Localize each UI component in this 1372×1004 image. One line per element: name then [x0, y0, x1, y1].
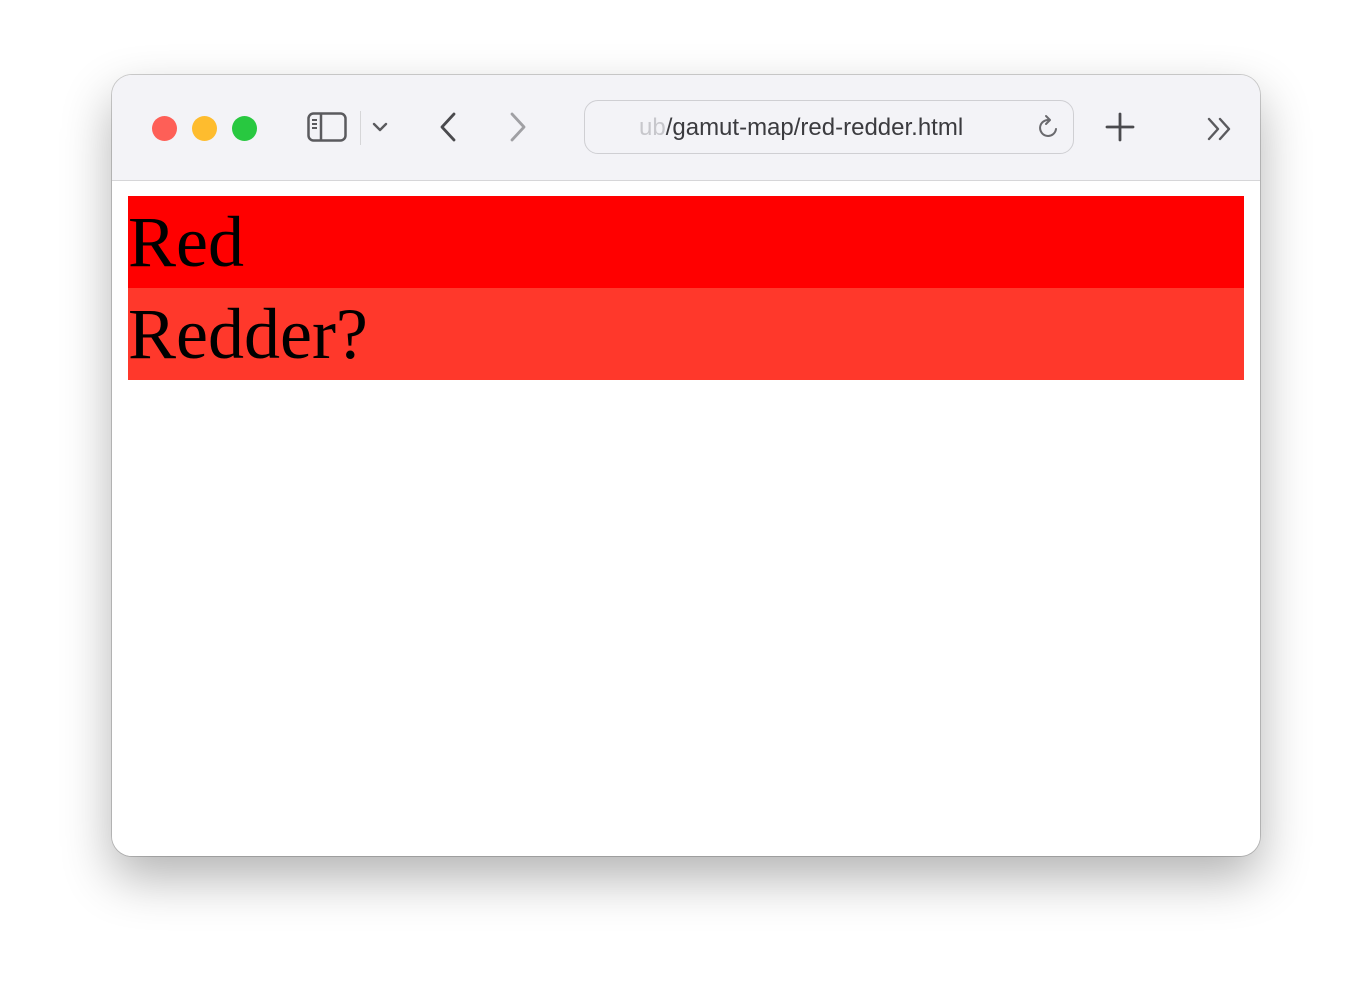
reload-button[interactable]	[1035, 113, 1063, 141]
new-tab-button[interactable]	[1102, 109, 1138, 145]
page-content: Red Redder?	[112, 181, 1260, 856]
back-button[interactable]	[430, 109, 466, 145]
sidebar-icon	[307, 112, 347, 142]
plus-icon	[1105, 112, 1135, 142]
url-path: /gamut-map/red-redder.html	[665, 114, 964, 141]
zoom-button[interactable]	[232, 116, 257, 141]
sidebar-toggle-button[interactable]	[306, 109, 348, 145]
red-swatch-row: Red	[128, 196, 1244, 288]
browser-window: ub/gamut-map/red-redder.html Red Redder?	[112, 75, 1260, 856]
minimize-button[interactable]	[192, 116, 217, 141]
forward-button[interactable]	[500, 109, 536, 145]
browser-toolbar: ub/gamut-map/red-redder.html	[112, 75, 1260, 181]
redder-swatch-row: Redder?	[128, 288, 1244, 380]
address-bar[interactable]: ub/gamut-map/red-redder.html	[584, 100, 1074, 154]
red-label: Red	[128, 202, 244, 282]
close-button[interactable]	[152, 116, 177, 141]
chevron-down-icon	[372, 122, 388, 132]
chevron-left-icon	[440, 112, 456, 142]
chevron-right-icon	[510, 112, 526, 142]
url-text: ub/gamut-map/red-redder.html	[639, 114, 963, 142]
url-prefix: ub	[639, 114, 666, 141]
toolbar-divider	[360, 111, 361, 145]
sidebar-menu-button[interactable]	[368, 113, 392, 141]
reload-icon	[1039, 115, 1057, 137]
redder-label: Redder?	[128, 294, 368, 374]
overflow-menu-button[interactable]	[1202, 111, 1238, 147]
double-chevron-right-icon	[1207, 117, 1231, 141]
